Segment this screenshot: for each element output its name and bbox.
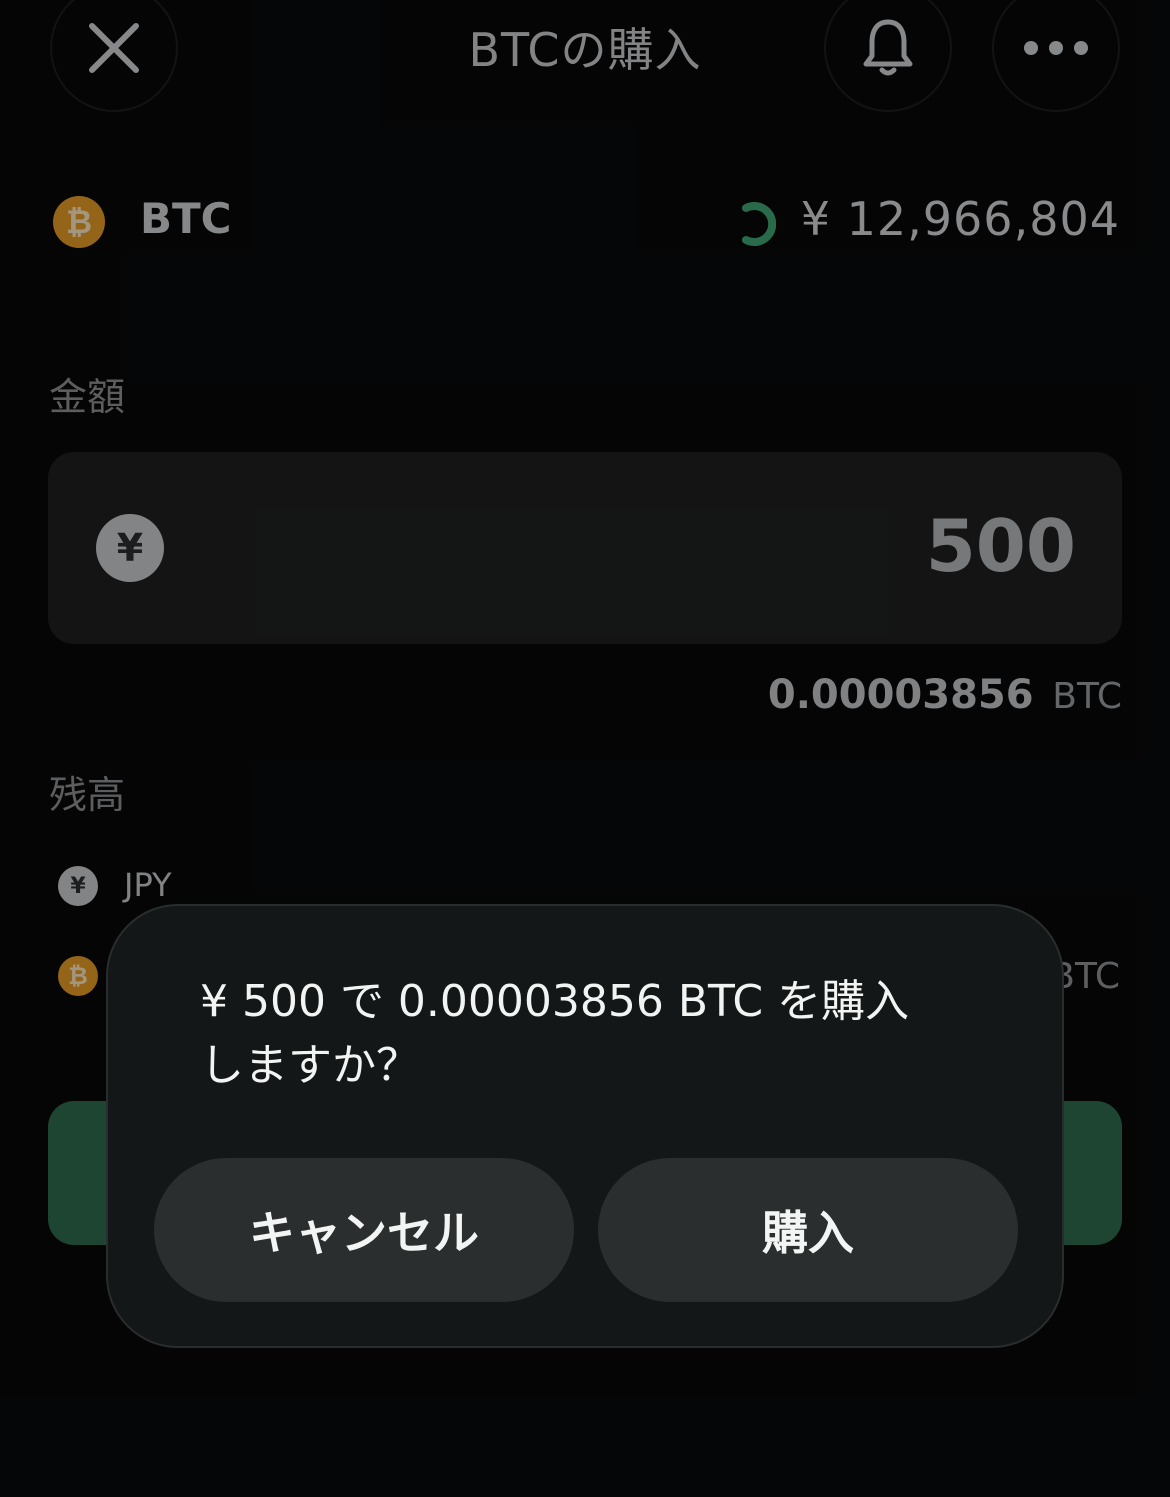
dialog-message-line1: ¥ 500 で 0.00003856 BTC を購入 xyxy=(200,976,910,1027)
dialog-message-line2: しますか？ xyxy=(200,1040,420,1091)
confirm-dialog: ¥ 500 で 0.00003856 BTC を購入 しますか？ キャンセル 購… xyxy=(106,904,1064,1348)
cancel-button[interactable]: キャンセル xyxy=(154,1158,574,1302)
dialog-message: ¥ 500 で 0.00003856 BTC を購入 しますか？ xyxy=(200,970,1000,1098)
confirm-purchase-button[interactable]: 購入 xyxy=(598,1158,1018,1302)
